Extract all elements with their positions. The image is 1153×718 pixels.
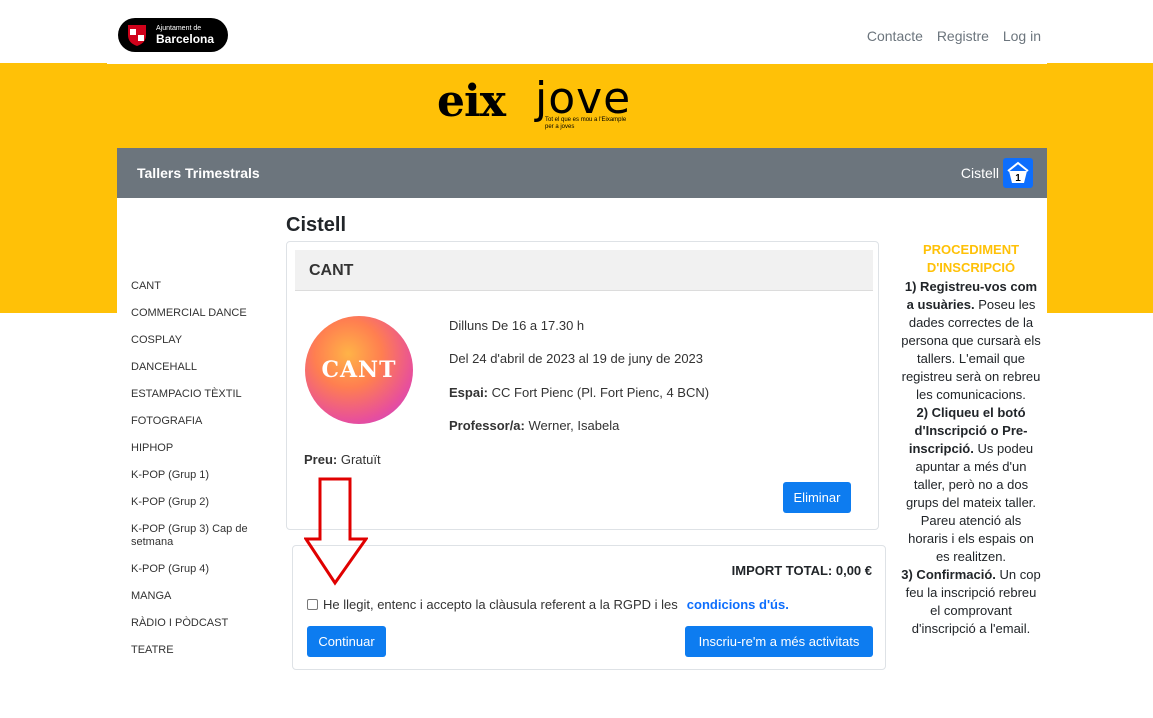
more-activities-button[interactable]: Inscriu-re'm a més activitats: [685, 626, 873, 657]
course-dates: Del 24 d'abril de 2023 al 19 de juny de …: [449, 351, 704, 366]
link-login[interactable]: Log in: [1003, 28, 1041, 44]
course-schedule: Dilluns De 16 a 17.30 h: [449, 318, 585, 333]
link-contacte[interactable]: Contacte: [867, 28, 923, 44]
procedure-step-3: 3) Confirmació. Un cop feu la inscripció…: [901, 566, 1041, 638]
cart-count: 1: [1015, 173, 1021, 184]
sidebar-item-cant[interactable]: CANT: [131, 280, 271, 293]
ajuntament-logo[interactable]: Ajuntament de Barcelona: [118, 18, 228, 52]
sidebar-item-kpop-4[interactable]: K-POP (Grup 4): [131, 563, 271, 576]
top-links: Contacte Registre Log in: [857, 28, 1041, 44]
sidebar-item-kpop-2[interactable]: K-POP (Grup 2): [131, 496, 271, 509]
eixjove-logo[interactable]: eix jove Tot el que es mou a l'Eixample …: [437, 73, 667, 140]
price-label: Preu:: [304, 452, 338, 467]
consent-row: He llegit, entenc i accepto la clàusula …: [307, 597, 789, 612]
sidebar-item-hiphop[interactable]: HIPHOP: [131, 442, 271, 455]
sidebar: CANT COMMERCIAL DANCE COSPLAY DANCEHALL …: [131, 280, 271, 671]
consent-checkbox[interactable]: [307, 599, 318, 610]
teacher-value: Werner, Isabela: [528, 418, 620, 433]
course-title: CANT: [309, 262, 354, 279]
basket-icon[interactable]: 1: [1003, 158, 1033, 188]
course-card: CANT CANT Dilluns De 16 a 17.30 h Del 24…: [286, 241, 879, 530]
price-value: Gratuït: [340, 452, 381, 467]
link-registre[interactable]: Registre: [937, 28, 989, 44]
brand-name-bold: eix: [437, 76, 506, 127]
course-space: Espai: CC Fort Pienc (Pl. Fort Pienc, 4 …: [449, 385, 709, 400]
sidebar-item-kpop-1[interactable]: K-POP (Grup 1): [131, 469, 271, 482]
logo-big-text: Barcelona: [156, 32, 215, 46]
course-image: CANT: [305, 316, 413, 424]
course-price: Preu: Gratuït: [304, 452, 381, 467]
terms-link[interactable]: condicions d'ús.: [687, 597, 789, 612]
course-teacher: Professor/a: Werner, Isabela: [449, 418, 619, 433]
consent-text: He llegit, entenc i accepto la clàusula …: [323, 597, 678, 612]
course-card-header: CANT: [295, 250, 873, 291]
procedure-step-2: 2) Cliqueu el botó d'Inscripció o Pre-in…: [901, 404, 1041, 566]
teacher-label: Professor/a:: [449, 418, 525, 433]
space-value: CC Fort Pienc (Pl. Fort Pienc, 4 BCN): [491, 385, 710, 400]
delete-button[interactable]: Eliminar: [783, 482, 851, 513]
sidebar-item-commercial-dance[interactable]: COMMERCIAL DANCE: [131, 307, 271, 320]
space-label: Espai:: [449, 385, 489, 400]
sidebar-item-teatre[interactable]: TEATRE: [131, 644, 271, 657]
procedure-panel: PROCEDIMENT D'INSCRIPCIÓ 1) Registreu-vo…: [901, 241, 1041, 638]
barcelona-shield-icon: [124, 21, 150, 49]
step3-title: 3) Confirmació.: [901, 567, 996, 582]
step1-text: Poseu les dades correctes de la persona …: [901, 297, 1041, 402]
page-title: Cistell: [286, 214, 347, 236]
sidebar-item-estampacio-textil[interactable]: ESTAMPACIO TÈXTIL: [131, 388, 271, 401]
page: Ajuntament de Barcelona Contacte Registr…: [0, 0, 1153, 718]
navbar-title[interactable]: Tallers Trimestrals: [137, 165, 260, 181]
navbar: Tallers Trimestrals Cistell 1: [117, 148, 1047, 198]
sidebar-item-radio-podcast[interactable]: RÀDIO I PÒDCAST: [131, 617, 271, 630]
procedure-step-1: 1) Registreu-vos com a usuàries. Poseu l…: [901, 278, 1041, 404]
total-amount: IMPORT TOTAL: 0,00 €: [731, 563, 872, 578]
course-image-text: CANT: [321, 357, 397, 383]
top-bar: Ajuntament de Barcelona Contacte Registr…: [107, 6, 1047, 64]
procedure-title: PROCEDIMENT D'INSCRIPCIÓ: [922, 242, 1020, 275]
cart-link[interactable]: Cistell: [961, 165, 999, 181]
sidebar-item-manga[interactable]: MANGA: [131, 590, 271, 603]
sidebar-item-cosplay[interactable]: COSPLAY: [131, 334, 271, 347]
sidebar-item-kpop-3[interactable]: K-POP (Grup 3) Cap de setmana: [131, 523, 271, 549]
red-arrow-icon: [304, 477, 368, 586]
continue-button[interactable]: Continuar: [307, 626, 386, 657]
checkout-card: IMPORT TOTAL: 0,00 € He llegit, entenc i…: [292, 545, 886, 670]
brand-tagline: Tot el que es mou a l'Eixample per a jov…: [545, 117, 627, 130]
sidebar-item-dancehall[interactable]: DANCEHALL: [131, 361, 271, 374]
sidebar-item-fotografia[interactable]: FOTOGRAFIA: [131, 415, 271, 428]
logo-small-text: Ajuntament de: [156, 25, 202, 32]
step2-text: Us podeu apuntar a més d'un taller, però…: [905, 441, 1037, 564]
